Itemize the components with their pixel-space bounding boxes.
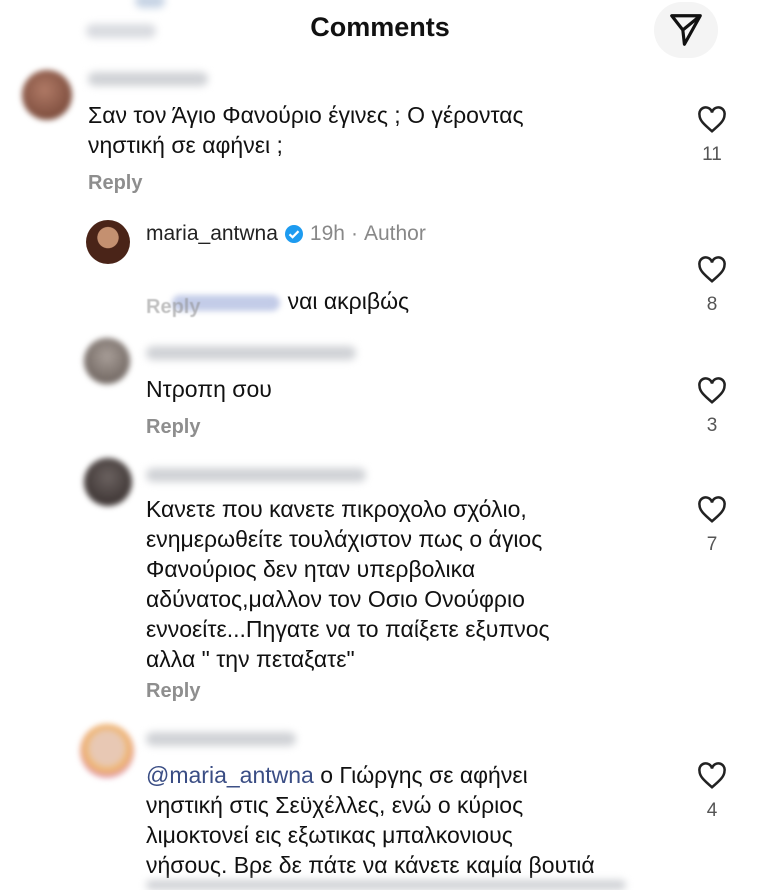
comment-text: Ντροπη σου [146, 376, 272, 402]
like-count: 8 [706, 294, 718, 315]
like-count: 4 [706, 800, 718, 821]
blurred-region [146, 880, 626, 890]
avatar [22, 70, 72, 120]
heart-outline-icon [698, 762, 726, 789]
like-button[interactable]: 11 [692, 106, 732, 166]
avatar [84, 458, 132, 506]
heart-outline-icon [698, 496, 726, 523]
author-tag: Author [363, 222, 426, 245]
mention-link[interactable]: @maria_antwna [146, 762, 314, 788]
avatar [86, 220, 130, 264]
reply-button[interactable]: Reply [146, 296, 200, 319]
heart-outline-icon [698, 106, 726, 133]
comment-meta: maria_antwna 19h · Author [146, 222, 426, 246]
blurred-username [88, 72, 208, 86]
like-count: 11 [702, 144, 722, 165]
username[interactable]: maria_antwna [146, 222, 278, 246]
blurred-username [146, 732, 296, 746]
blurred-username [146, 346, 356, 360]
blurred-username [146, 468, 366, 482]
avatar [84, 338, 130, 384]
heart-outline-icon [698, 377, 726, 404]
heart-outline-icon [698, 256, 726, 283]
timestamp: 19h [309, 222, 345, 245]
comment-item: Σαν τον Άγιο Φανούριο έγινες ; Ο γέροντα… [0, 0, 760, 200]
comment-text: @maria_antwna ο Γιώργης σε αφήνει νηστικ… [146, 762, 595, 878]
like-count: 7 [706, 534, 718, 555]
comment-text: Σαν τον Άγιο Φανούριο έγινες ; Ο γέροντα… [88, 102, 524, 158]
verified-badge-icon [284, 224, 304, 244]
reply-button[interactable]: Reply [146, 680, 200, 703]
avatar [80, 724, 134, 778]
separator: · [350, 222, 358, 245]
comment-text: Κανετε που κανετε πικροχολο σχόλιο, ενημ… [146, 496, 550, 672]
like-button[interactable]: 4 [692, 762, 732, 822]
like-count: 3 [706, 415, 718, 436]
reply-button[interactable]: Reply [146, 416, 200, 439]
like-button[interactable]: 7 [692, 496, 732, 556]
reply-button[interactable]: Reply [88, 172, 142, 195]
like-button[interactable]: 3 [692, 377, 732, 437]
like-button[interactable]: 8 [692, 256, 732, 316]
